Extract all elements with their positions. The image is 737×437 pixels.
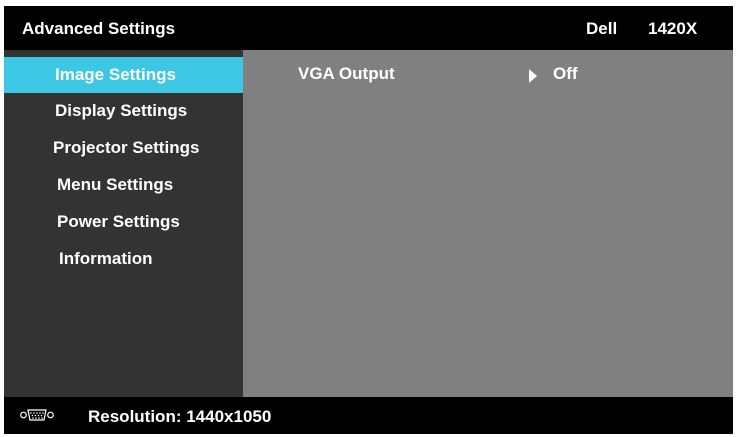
vga-output-label[interactable]: VGA Output: [298, 64, 395, 84]
resolution-text: Resolution: 1440x1050: [88, 407, 272, 426]
vga-connector-icon: [20, 408, 54, 427]
sidebar-item-label: Display Settings: [55, 101, 188, 120]
sidebar-item-information[interactable]: Information: [4, 241, 243, 277]
status-bar: Resolution: 1440x1050: [4, 397, 733, 434]
sidebar: Image Settings Display Settings Projecto…: [4, 50, 243, 397]
sidebar-item-label: Power Settings: [57, 212, 180, 231]
arrow-right-icon[interactable]: [529, 69, 537, 83]
sidebar-item-label: Information: [59, 249, 153, 268]
menu-title: Advanced Settings: [22, 19, 176, 38]
sidebar-item-label: Menu Settings: [57, 175, 174, 194]
sidebar-item-label: Projector Settings: [53, 138, 200, 157]
header-bar: Advanced Settings Dell 1420X: [4, 6, 733, 50]
model-label: 1420X: [648, 19, 698, 38]
sidebar-item-menu-settings[interactable]: Menu Settings: [4, 167, 243, 203]
sidebar-item-power-settings[interactable]: Power Settings: [4, 204, 243, 240]
vga-output-value[interactable]: Off: [553, 64, 578, 84]
sidebar-item-projector-settings[interactable]: Projector Settings: [4, 130, 243, 166]
sidebar-item-image-settings[interactable]: Image Settings: [4, 57, 243, 93]
brand-label: Dell: [586, 19, 618, 38]
sidebar-item-display-settings[interactable]: Display Settings: [4, 93, 243, 129]
settings-panel: VGA Output Off: [243, 50, 733, 397]
sidebar-item-label: Image Settings: [55, 65, 176, 84]
osd-menu: Advanced Settings Dell 1420X Image Setti…: [4, 6, 733, 434]
